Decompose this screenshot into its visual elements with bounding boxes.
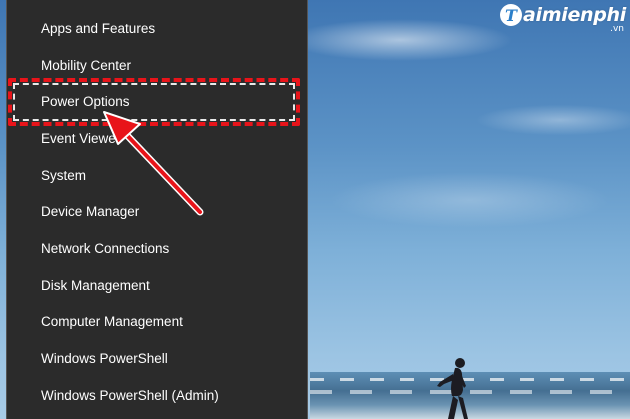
runner-silhouette — [437, 358, 468, 419]
watermark-name: aimienphi — [523, 4, 626, 26]
watermark-suffix: .vn — [610, 24, 624, 34]
menu-item-computer-management[interactable]: Computer Management — [7, 304, 307, 341]
menu-item-apps-and-features[interactable]: Apps and Features — [7, 10, 307, 47]
logo-letter: T — [500, 4, 522, 26]
watermark-logo: T aimienphi .vn — [500, 4, 626, 34]
menu-item-power-options[interactable]: Power Options — [7, 83, 307, 120]
menu-item-disk-management[interactable]: Disk Management — [7, 267, 307, 304]
menu-item-network-connections[interactable]: Network Connections — [7, 230, 307, 267]
menu-item-system[interactable]: System — [7, 157, 307, 194]
menu-item-device-manager[interactable]: Device Manager — [7, 193, 307, 230]
menu-item-mobility-center[interactable]: Mobility Center — [7, 47, 307, 84]
menu-list: Apps and Features Mobility Center Power … — [7, 0, 307, 414]
wallpaper-sea — [310, 372, 630, 419]
menu-item-windows-powershell-admin[interactable]: Windows PowerShell (Admin) — [7, 377, 307, 414]
menu-item-event-viewer[interactable]: Event Viewer — [7, 120, 307, 157]
power-user-menu: Apps and Features Mobility Center Power … — [6, 0, 308, 419]
menu-item-windows-powershell[interactable]: Windows PowerShell — [7, 340, 307, 377]
